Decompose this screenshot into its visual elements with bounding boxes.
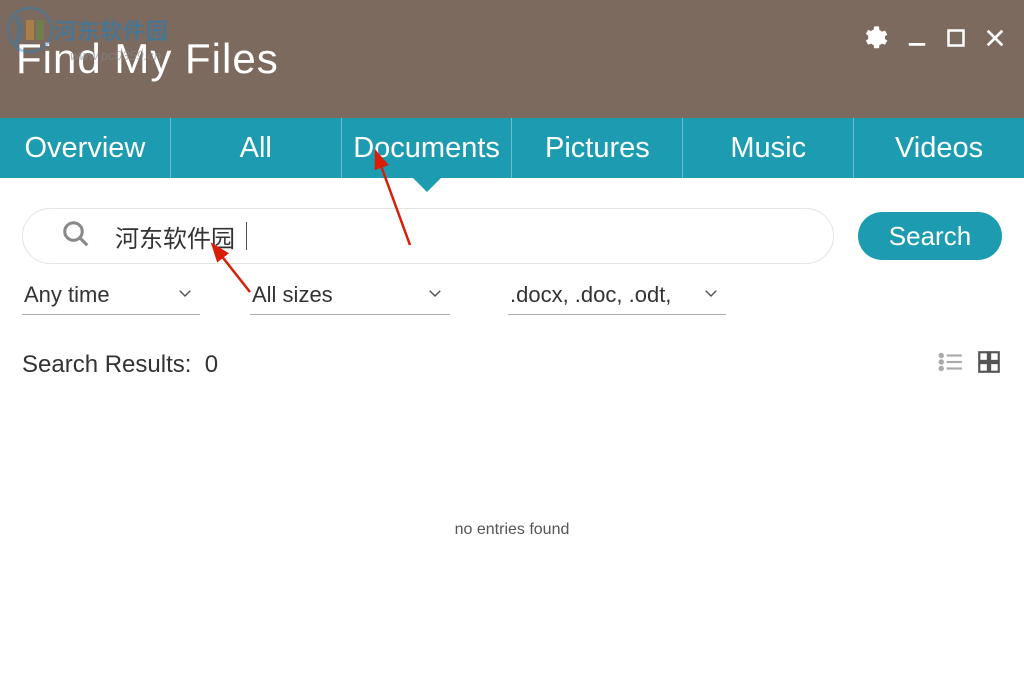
no-entries-message: no entries found <box>455 521 570 539</box>
tab-all[interactable]: All <box>170 118 341 178</box>
results-header: Search Results: 0 <box>0 315 1024 380</box>
list-view-icon[interactable] <box>938 349 964 380</box>
filter-size-label: All sizes <box>252 282 333 308</box>
titlebar: 河东软件园 www.pc0359.cn Find My Files <box>0 0 1024 118</box>
gear-icon[interactable] <box>860 24 888 57</box>
tabs: Overview All Documents Pictures Music Vi… <box>0 118 1024 178</box>
results-count-value: 0 <box>205 351 218 378</box>
results-label: Search Results: <box>22 351 191 378</box>
filter-time[interactable]: Any time <box>22 278 200 315</box>
close-icon[interactable] <box>984 27 1006 54</box>
tab-overview[interactable]: Overview <box>0 118 170 178</box>
chevron-down-icon <box>426 284 444 307</box>
chevron-down-icon <box>176 284 194 307</box>
watermark-url: www.pc0359.cn <box>70 48 161 63</box>
tab-videos[interactable]: Videos <box>853 118 1024 178</box>
search-box[interactable] <box>22 208 834 264</box>
results-count: Search Results: 0 <box>22 351 218 379</box>
filter-type-label: .docx, .doc, .odt, .ott <box>510 282 670 308</box>
search-icon <box>61 219 91 254</box>
filter-type[interactable]: .docx, .doc, .odt, .ott <box>508 278 726 315</box>
search-button[interactable]: Search <box>858 212 1002 260</box>
grid-view-icon[interactable] <box>976 349 1002 380</box>
watermark: 河东软件园 <box>6 6 169 54</box>
minimize-icon[interactable] <box>906 27 928 54</box>
tab-pictures[interactable]: Pictures <box>511 118 682 178</box>
tab-music[interactable]: Music <box>682 118 853 178</box>
tab-documents[interactable]: Documents <box>341 118 512 178</box>
search-input[interactable] <box>115 222 247 250</box>
watermark-logo-icon <box>6 6 54 54</box>
chevron-down-icon <box>702 284 720 307</box>
results-body: no entries found <box>0 380 1024 680</box>
filter-size[interactable]: All sizes <box>250 278 450 315</box>
search-area: Search <box>0 178 1024 278</box>
filter-time-label: Any time <box>24 282 110 308</box>
maximize-icon[interactable] <box>946 28 966 53</box>
watermark-text: 河东软件园 <box>54 14 169 46</box>
filters: Any time All sizes .docx, .doc, .odt, .o… <box>0 278 1024 315</box>
window-controls <box>860 24 1006 57</box>
view-toggles <box>938 349 1002 380</box>
